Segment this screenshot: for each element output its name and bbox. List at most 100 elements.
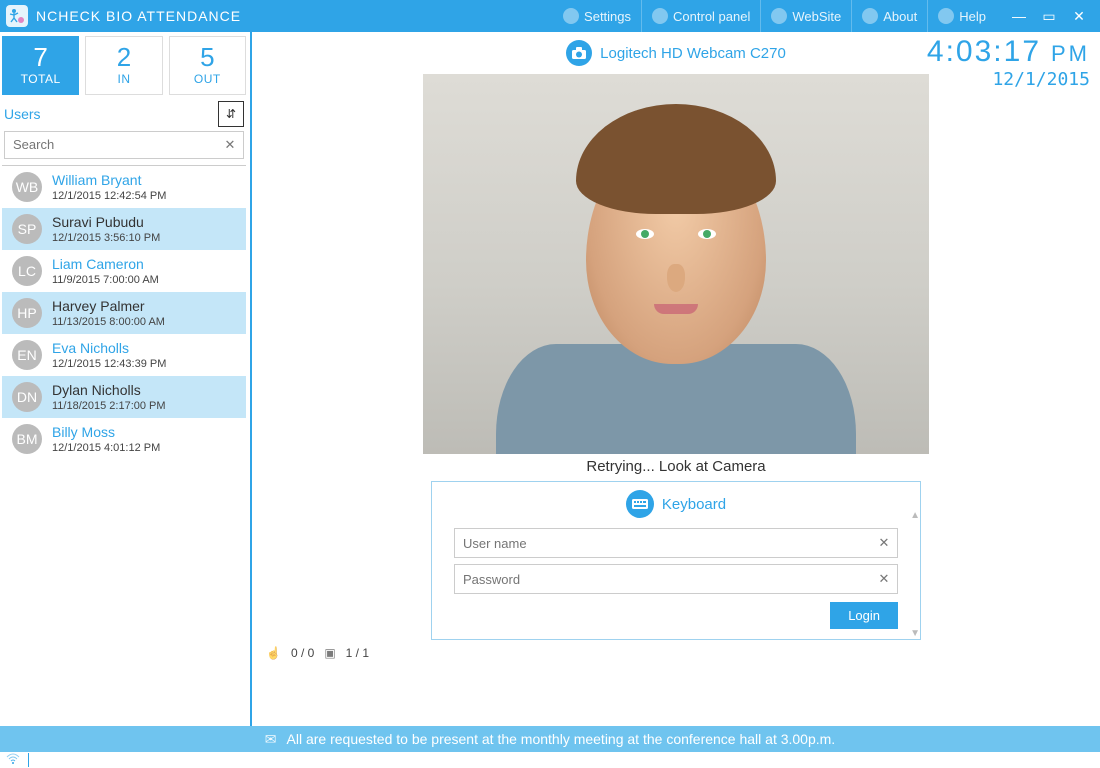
password-field[interactable]: ✕ xyxy=(454,564,898,594)
user-time: 12/1/2015 4:01:12 PM xyxy=(52,442,160,454)
user-name: William Bryant xyxy=(52,172,166,188)
counter-out[interactable]: 5 OUT xyxy=(169,36,246,95)
avatar: EN xyxy=(12,340,42,370)
menu-about-label: About xyxy=(883,9,917,24)
counter-total-num: 7 xyxy=(3,43,78,72)
user-name: Billy Moss xyxy=(52,424,160,440)
menu-control-panel-label: Control panel xyxy=(673,9,750,24)
settings-icon xyxy=(563,8,579,24)
user-name: Suravi Pubudu xyxy=(52,214,160,230)
app-logo-icon xyxy=(6,5,28,27)
user-row[interactable]: BM Billy Moss 12/1/2015 4:01:12 PM xyxy=(2,418,246,460)
menu-help-label: Help xyxy=(959,9,986,24)
avatar: SP xyxy=(12,214,42,244)
user-row[interactable]: DN Dylan Nicholls 11/18/2015 2:17:00 PM xyxy=(2,376,246,418)
user-row[interactable]: LC Liam Cameron 11/9/2015 7:00:00 AM xyxy=(2,250,246,292)
counter-in-num: 2 xyxy=(86,43,161,72)
counter-total[interactable]: 7 TOTAL xyxy=(2,36,79,95)
camera-count: 1 / 1 xyxy=(346,646,369,660)
camera-small-icon: ▣ xyxy=(324,646,335,660)
menu-settings[interactable]: Settings xyxy=(553,0,641,32)
password-input[interactable] xyxy=(455,565,871,593)
wifi-icon xyxy=(6,753,20,768)
title-bar: NCHECK BIO ATTENDANCE Settings Control p… xyxy=(0,0,1100,32)
search-input[interactable] xyxy=(5,132,217,158)
user-name: Eva Nicholls xyxy=(52,340,166,356)
counters: 7 TOTAL 2 IN 5 OUT xyxy=(2,36,246,95)
maximize-button[interactable]: ▭ xyxy=(1034,0,1064,32)
app-title: NCHECK BIO ATTENDANCE xyxy=(36,8,241,24)
bottom-status-bar xyxy=(0,752,1100,768)
user-row[interactable]: EN Eva Nicholls 12/1/2015 12:43:39 PM xyxy=(2,334,246,376)
close-button[interactable]: ✕ xyxy=(1064,0,1094,32)
user-row[interactable]: HP Harvey Palmer 11/13/2015 8:00:00 AM xyxy=(2,292,246,334)
status-separator xyxy=(28,753,29,767)
announcement-bar: ✉ All are requested to be present at the… xyxy=(0,726,1100,752)
menu-help[interactable]: Help xyxy=(927,0,996,32)
username-input[interactable] xyxy=(455,529,871,557)
menu-about[interactable]: About xyxy=(851,0,927,32)
menu-website[interactable]: WebSite xyxy=(760,0,851,32)
counter-total-label: TOTAL xyxy=(3,72,78,86)
user-name: Liam Cameron xyxy=(52,256,159,272)
user-list: WBWilliam Bryant12/1/2015 12:42:54 PMSPS… xyxy=(2,165,246,460)
counter-in[interactable]: 2 IN xyxy=(85,36,162,95)
user-name: Harvey Palmer xyxy=(52,298,165,314)
login-button[interactable]: Login xyxy=(830,602,898,629)
keyboard-panel: ▲ Keyboard ✕ ✕ Login ▼ xyxy=(431,481,921,640)
avatar: LC xyxy=(12,256,42,286)
collapse-icon[interactable]: ▲ xyxy=(910,510,920,521)
website-icon xyxy=(771,8,787,24)
minimize-button[interactable]: — xyxy=(1004,0,1034,32)
user-time: 11/18/2015 2:17:00 PM xyxy=(52,400,166,412)
avatar: HP xyxy=(12,298,42,328)
camera-icon xyxy=(566,40,592,66)
sort-icon: ⇵ xyxy=(226,107,236,121)
expand-icon[interactable]: ▼ xyxy=(910,628,920,639)
counter-in-label: IN xyxy=(86,72,161,86)
username-field[interactable]: ✕ xyxy=(454,528,898,558)
clock: 4:03:17 PM 12/1/2015 xyxy=(927,34,1090,90)
avatar: WB xyxy=(12,172,42,202)
camera-view xyxy=(423,74,929,454)
about-icon xyxy=(862,8,878,24)
avatar: DN xyxy=(12,382,42,412)
search-field[interactable]: ✕ xyxy=(4,131,244,159)
clear-search-icon[interactable]: ✕ xyxy=(217,137,243,153)
menu-settings-label: Settings xyxy=(584,9,631,24)
fingerprint-icon: ☝ xyxy=(266,646,281,660)
clear-username-icon[interactable]: ✕ xyxy=(871,535,897,551)
counter-out-num: 5 xyxy=(170,43,245,72)
control-panel-icon xyxy=(652,8,668,24)
camera-status: Retrying... Look at Camera xyxy=(258,458,1094,475)
users-heading: Users xyxy=(4,106,41,122)
clock-date: 12/1/2015 xyxy=(927,69,1090,90)
menu-website-label: WebSite xyxy=(792,9,841,24)
help-icon xyxy=(938,8,954,24)
user-time: 11/9/2015 7:00:00 AM xyxy=(52,274,159,286)
clear-password-icon[interactable]: ✕ xyxy=(871,571,897,587)
user-time: 12/1/2015 12:42:54 PM xyxy=(52,190,166,202)
envelope-icon: ✉ xyxy=(265,731,277,748)
user-row[interactable]: SP Suravi Pubudu 12/1/2015 3:56:10 PM xyxy=(2,208,246,250)
user-row[interactable]: WB William Bryant 12/1/2015 12:42:54 PM xyxy=(2,166,246,208)
user-name: Dylan Nicholls xyxy=(52,382,166,398)
user-time: 11/13/2015 8:00:00 AM xyxy=(52,316,165,328)
sort-button[interactable]: ⇵ xyxy=(218,101,244,127)
counter-out-label: OUT xyxy=(170,72,245,86)
top-menu: Settings Control panel WebSite About Hel… xyxy=(553,0,996,32)
camera-name: Logitech HD Webcam C270 xyxy=(600,45,786,62)
keyboard-icon xyxy=(626,490,654,518)
user-time: 12/1/2015 3:56:10 PM xyxy=(52,232,160,244)
clock-time: 4:03:17 xyxy=(927,35,1041,68)
clock-ampm: PM xyxy=(1051,41,1090,66)
avatar: BM xyxy=(12,424,42,454)
announcement-text: All are requested to be present at the m… xyxy=(287,731,836,747)
capture-status: ☝ 0 / 0 ▣ 1 / 1 xyxy=(258,640,1094,660)
user-time: 12/1/2015 12:43:39 PM xyxy=(52,358,166,370)
keyboard-title: Keyboard xyxy=(662,496,726,513)
menu-control-panel[interactable]: Control panel xyxy=(641,0,760,32)
fingerprint-count: 0 / 0 xyxy=(291,646,314,660)
window-controls: — ▭ ✕ xyxy=(1004,0,1094,32)
main-panel: 4:03:17 PM 12/1/2015 Logitech HD Webcam C… xyxy=(250,32,1100,726)
